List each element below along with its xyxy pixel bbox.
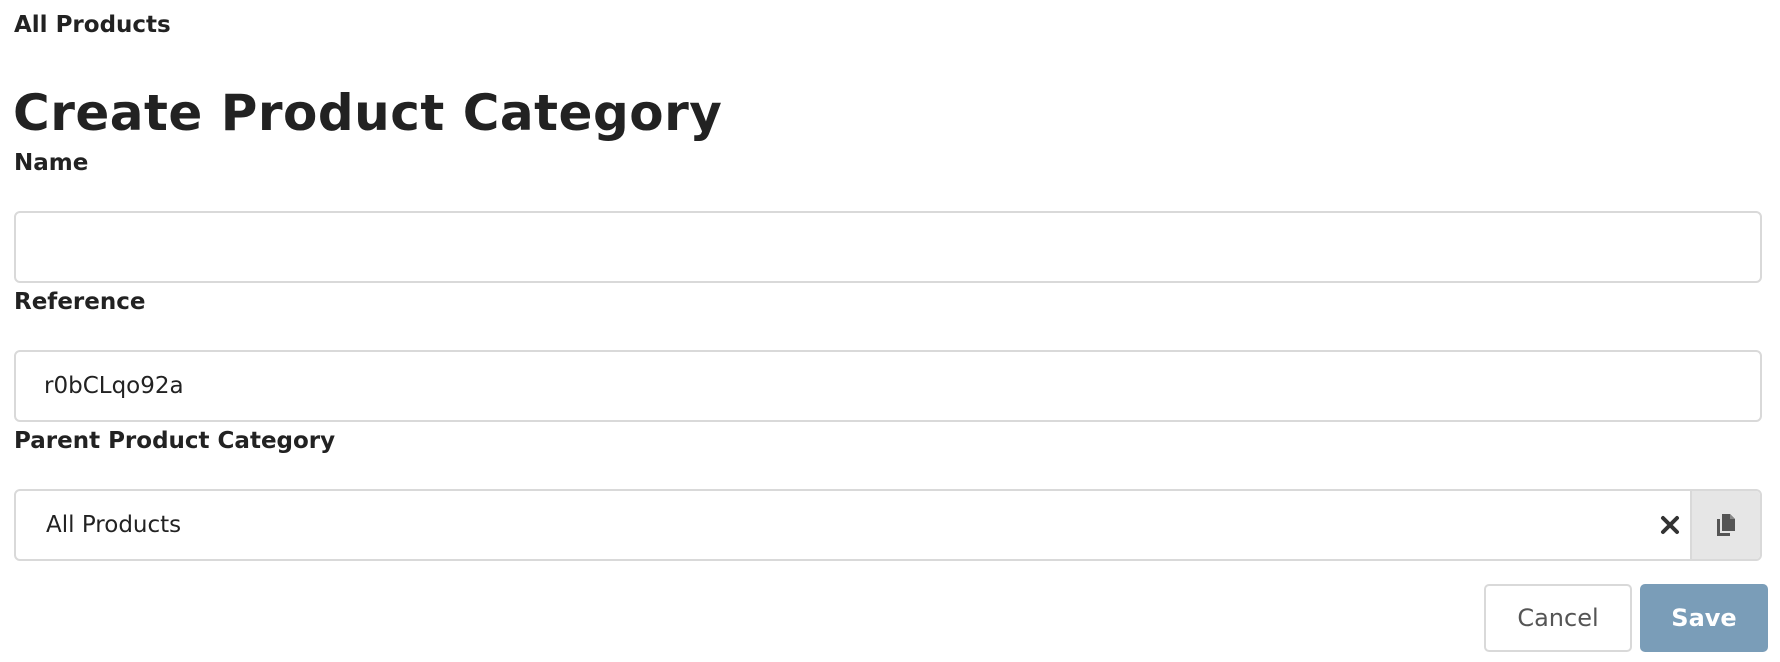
copy-button[interactable] xyxy=(1690,491,1760,559)
close-icon xyxy=(1661,516,1679,534)
cancel-button[interactable]: Cancel xyxy=(1484,584,1632,652)
parent-category-value: All Products xyxy=(46,512,182,538)
name-label: Name xyxy=(14,150,89,176)
parent-category-select[interactable]: All Products xyxy=(14,489,1762,561)
create-product-category-page: All Products Create Product Category Nam… xyxy=(0,0,1780,662)
page-title: Create Product Category xyxy=(13,84,723,142)
reference-label: Reference xyxy=(14,289,146,315)
copy-icon xyxy=(1717,514,1735,536)
breadcrumb-all-products[interactable]: All Products xyxy=(14,12,171,38)
save-button[interactable]: Save xyxy=(1640,584,1768,652)
name-input[interactable] xyxy=(14,211,1762,283)
parent-category-label: Parent Product Category xyxy=(14,428,336,454)
reference-input[interactable] xyxy=(14,350,1762,422)
